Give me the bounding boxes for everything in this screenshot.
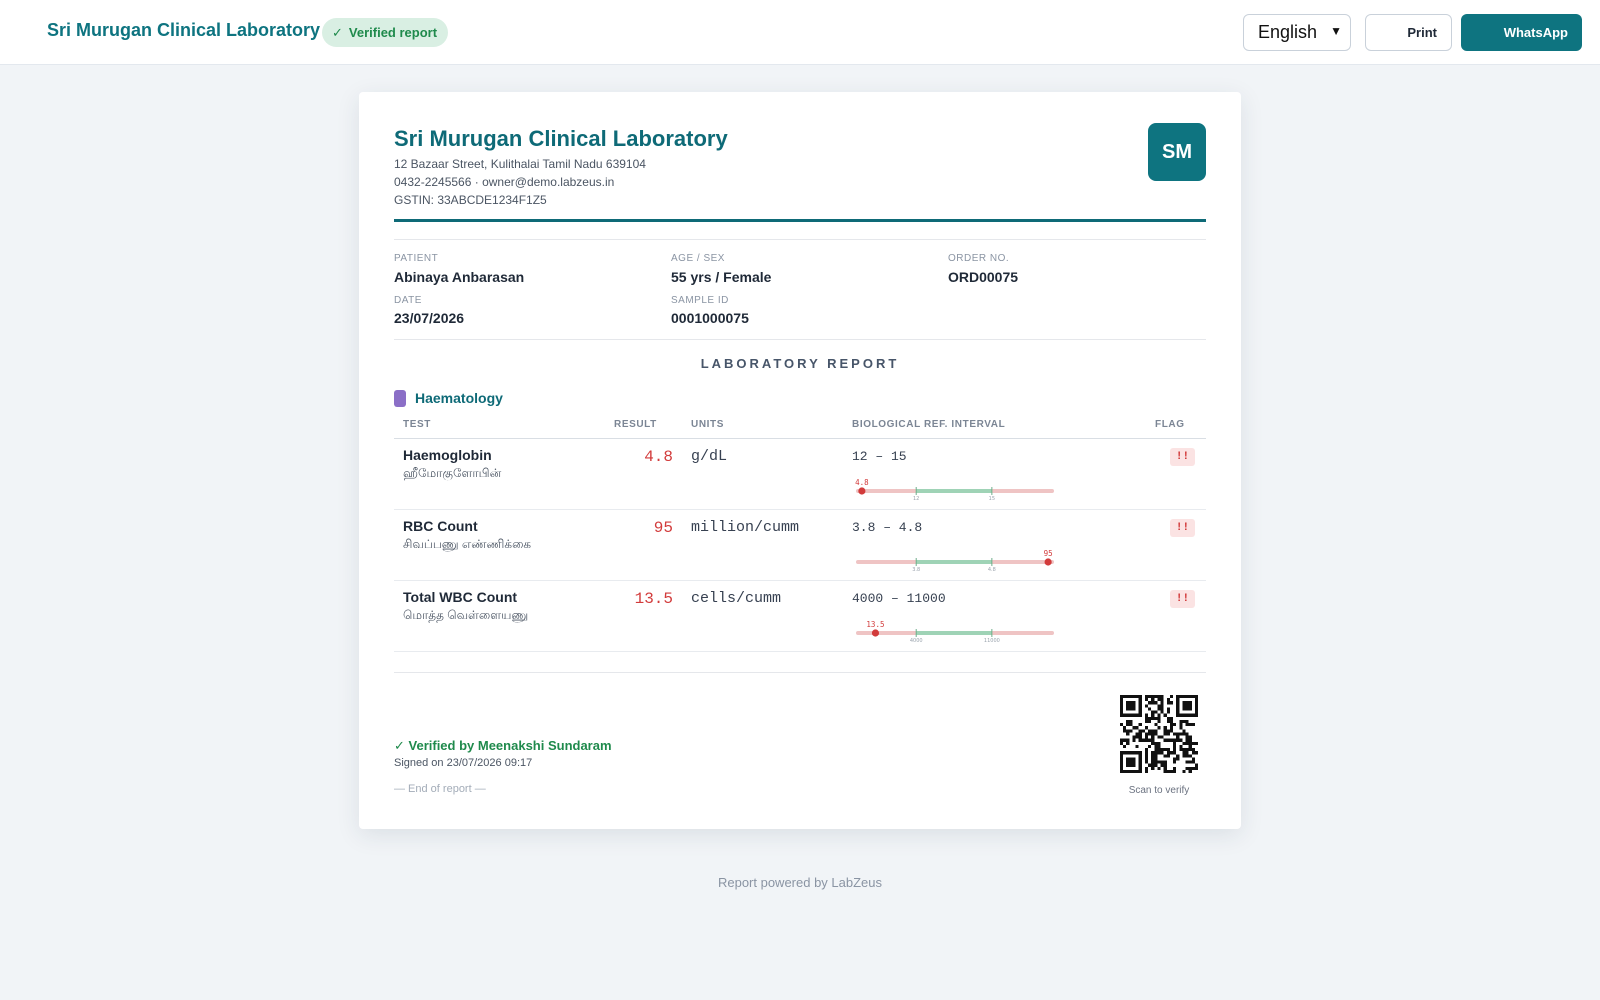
test-name-total-wbc-count: Total WBC Count bbox=[403, 589, 518, 605]
order-no-label: ORDER NO. bbox=[948, 253, 1010, 264]
table-row-divider bbox=[394, 580, 1206, 581]
units-haemoglobin: g/dL bbox=[691, 448, 728, 465]
order-no-value: ORD00075 bbox=[948, 269, 1019, 285]
column-header-units: UNITS bbox=[691, 419, 724, 430]
scan-to-verify-caption: Scan to verify bbox=[1128, 785, 1190, 796]
date-label: DATE bbox=[394, 295, 422, 306]
chevron-down-icon: ▼ bbox=[1330, 24, 1342, 38]
patient-label: PATIENT bbox=[394, 253, 439, 264]
lab-logo: SM bbox=[1148, 123, 1206, 181]
patient-name: Abinaya Anbarasan bbox=[394, 269, 525, 285]
column-header-result: RESULT bbox=[614, 419, 657, 430]
verified-by-text: Verified by Meenakshi Sundaram bbox=[408, 738, 612, 753]
patient-bottom-divider bbox=[394, 339, 1206, 340]
table-row-divider bbox=[394, 651, 1206, 652]
report-card: Sri Murugan Clinical Laboratory 12 Bazaa… bbox=[359, 92, 1241, 829]
signed-on: Signed on 23/07/2026 09:17 bbox=[394, 757, 533, 769]
end-of-report: — End of report — bbox=[394, 783, 486, 795]
gauge-value-label: 4.8 bbox=[855, 478, 869, 487]
verified-report-label: Verified report bbox=[348, 25, 438, 40]
powered-by: Report powered by LabZeus bbox=[717, 875, 883, 890]
range-gauge-haemoglobin: 12 15 4.8 bbox=[855, 478, 1054, 502]
language-select[interactable]: English ▼ bbox=[1243, 14, 1351, 51]
age-sex-value: 55 yrs / Female bbox=[671, 269, 772, 285]
whatsapp-button-label: WhatsApp bbox=[1503, 25, 1568, 40]
gauge-value-marker bbox=[1044, 558, 1052, 566]
check-icon: ✓ bbox=[394, 738, 409, 753]
age-sex-label: AGE / SEX bbox=[671, 253, 725, 264]
column-header-ref-interval: BIOLOGICAL REF. INTERVAL bbox=[852, 419, 1006, 430]
top-bar: Sri Murugan Clinical Laboratory ✓ Verifi… bbox=[0, 0, 1600, 65]
gauge-value-marker bbox=[871, 629, 880, 637]
header-divider bbox=[394, 219, 1206, 222]
sample-id-value: 0001000075 bbox=[671, 310, 749, 326]
column-header-test: TEST bbox=[403, 419, 431, 430]
gauge-low-label: 12 bbox=[913, 496, 919, 502]
print-button[interactable]: Print bbox=[1365, 14, 1452, 51]
flag-badge-haemoglobin: !! bbox=[1170, 448, 1195, 466]
ref-interval-haemoglobin: 12 – 15 bbox=[852, 449, 907, 464]
whatsapp-button[interactable]: WhatsApp bbox=[1461, 14, 1582, 51]
gauge-value-label: 95 bbox=[1044, 549, 1053, 558]
result-rbc-count: 95 bbox=[653, 519, 673, 537]
result-haemoglobin: 4.8 bbox=[644, 448, 673, 466]
ref-interval-rbc-count: 3.8 – 4.8 bbox=[852, 520, 923, 535]
gauge-low-label: 3.8 bbox=[912, 567, 920, 573]
test-name-haemoglobin: Haemoglobin bbox=[403, 447, 492, 463]
test-local-name-haemoglobin: ஹீமோகுளோபின் bbox=[403, 466, 502, 480]
table-header-divider bbox=[394, 438, 1206, 439]
footer-divider bbox=[394, 672, 1206, 673]
ref-interval-total-wbc-count: 4000 – 11000 bbox=[852, 591, 946, 606]
print-button-label: Print bbox=[1407, 25, 1437, 40]
lab-gstin: GSTIN: 33ABCDE1234F1Z5 bbox=[394, 193, 547, 207]
test-local-name-rbc-count: சிவப்பணு எண்ணிக்கை bbox=[403, 537, 532, 551]
gauge-value-marker bbox=[858, 487, 866, 495]
test-local-name-total-wbc-count: மொத்த வெள்ளையணு bbox=[403, 608, 529, 622]
table-row-divider bbox=[394, 509, 1206, 510]
gauge-high-label: 11000 bbox=[984, 638, 1000, 644]
flag-badge-rbc-count: !! bbox=[1170, 519, 1195, 537]
units-rbc-count: million/cumm bbox=[691, 519, 800, 536]
qr-code-icon[interactable] bbox=[1120, 695, 1198, 773]
result-total-wbc-count: 13.5 bbox=[634, 590, 673, 608]
flag-badge-total-wbc-count: !! bbox=[1170, 590, 1195, 608]
lab-name: Sri Murugan Clinical Laboratory bbox=[394, 126, 728, 151]
verified-by: ✓ Verified by Meenakshi Sundaram bbox=[394, 738, 612, 754]
gauge-high-label: 15 bbox=[989, 496, 995, 502]
range-gauge-rbc-count: 3.8 4.8 95 bbox=[856, 549, 1054, 573]
sample-id-label: SAMPLE ID bbox=[671, 295, 729, 306]
language-select-value: English bbox=[1258, 22, 1318, 42]
units-total-wbc-count: cells/cumm bbox=[691, 590, 782, 607]
date-value: 23/07/2026 bbox=[394, 310, 465, 326]
department-color-chip bbox=[394, 390, 406, 407]
check-icon: ✓ bbox=[332, 24, 343, 40]
gauge-value-label: 13.5 bbox=[866, 620, 884, 629]
lab-contact: 0432-2245566 · owner@demo.labzeus.in bbox=[394, 175, 615, 189]
gauge-high-label: 4.8 bbox=[988, 567, 996, 573]
test-name-rbc-count: RBC Count bbox=[403, 518, 478, 534]
report-title: LABORATORY REPORT bbox=[700, 356, 900, 371]
range-gauge-total-wbc-count: 4000 11000 13.5 bbox=[856, 620, 1054, 644]
lab-address: 12 Bazaar Street, Kulithalai Tamil Nadu … bbox=[394, 157, 646, 171]
brand-title: Sri Murugan Clinical Laboratory bbox=[47, 20, 321, 40]
gauge-low-label: 4000 bbox=[910, 638, 923, 644]
patient-top-divider bbox=[394, 239, 1206, 240]
column-header-flag: FLAG bbox=[1155, 419, 1185, 430]
department-name: Haematology bbox=[415, 390, 503, 406]
verified-report-badge: ✓ Verified report bbox=[322, 18, 449, 47]
